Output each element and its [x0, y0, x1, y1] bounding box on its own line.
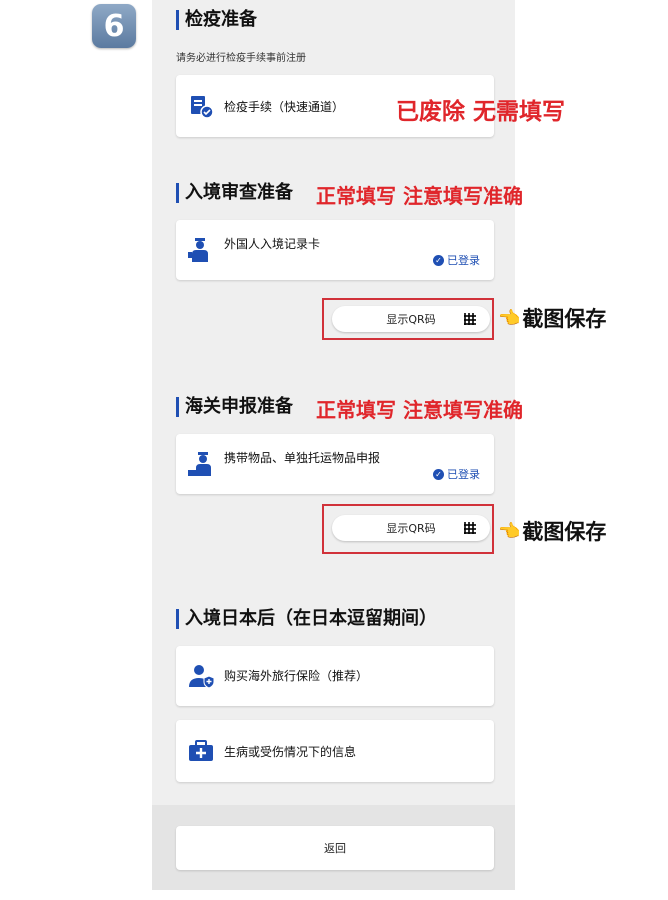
customs-qr-highlight: 显示QR码 [322, 504, 494, 554]
customs-save-note-text: 截图保存 [522, 520, 607, 544]
customs-officer-icon [188, 450, 216, 482]
quarantine-document-icon [188, 93, 214, 123]
customs-card[interactable]: 携带物品、单独托运物品申报 ✓ 已登录 [176, 434, 494, 494]
immigration-save-note-text: 截图保存 [522, 307, 607, 331]
quarantine-annotation: 已废除 无需填写 [396, 99, 566, 125]
customs-show-qr-button[interactable]: 显示QR码 [332, 515, 490, 541]
illness-card[interactable]: 生病或受伤情况下的信息 [176, 720, 494, 782]
customs-card-label: 携带物品、单独托运物品申报 [224, 451, 381, 465]
customs-status-text: 已登录 [447, 468, 480, 481]
check-circle-icon: ✓ [433, 254, 444, 266]
immigration-card[interactable]: 外国人入境记录卡 ✓ 已登录 [176, 220, 494, 280]
back-button[interactable]: 返回 [176, 826, 494, 870]
pointing-hand-icon: 👈 [498, 520, 521, 542]
quarantine-card-label: 检疫手续（快速通道） [224, 100, 345, 114]
immigration-annotation: 正常填写 注意填写准确 [316, 184, 523, 208]
insurance-card[interactable]: 购买海外旅行保险（推荐） [176, 646, 494, 706]
qr-code-icon [464, 313, 476, 325]
immigration-status: ✓ 已登录 [433, 252, 480, 268]
immigration-show-qr-button[interactable]: 显示QR码 [332, 306, 490, 332]
immigration-status-text: 已登录 [447, 254, 480, 267]
after-entry-section-title: 入境日本后（在日本逗留期间） [176, 609, 437, 629]
medical-kit-icon [188, 739, 214, 767]
immigration-qr-label: 显示QR码 [386, 313, 436, 326]
customs-annotation: 正常填写 注意填写准确 [316, 398, 523, 422]
quarantine-section-title: 检疫准备 [176, 10, 257, 30]
immigration-section-title: 入境审查准备 [176, 183, 293, 203]
insurance-card-label: 购买海外旅行保险（推荐） [224, 669, 369, 683]
pointing-hand-icon: 👈 [498, 307, 521, 329]
qr-code-icon [464, 522, 476, 534]
check-circle-icon: ✓ [433, 468, 444, 480]
illness-card-label: 生病或受伤情况下的信息 [224, 745, 357, 759]
customs-status: ✓ 已登录 [433, 466, 480, 482]
customs-qr-label: 显示QR码 [386, 522, 436, 535]
immigration-qr-highlight: 显示QR码 [322, 298, 494, 340]
customs-save-note: 👈 截图保存 [498, 516, 606, 546]
immigration-save-note: 👈 截图保存 [498, 303, 606, 333]
step-number-badge: 6 [92, 4, 136, 48]
quarantine-subtitle: 请务必进行检疫手续事前注册 [176, 53, 306, 64]
officer-icon [188, 236, 214, 268]
customs-section-title: 海关申报准备 [176, 397, 293, 417]
person-shield-icon [188, 663, 216, 693]
immigration-card-label: 外国人入境记录卡 [224, 237, 321, 251]
